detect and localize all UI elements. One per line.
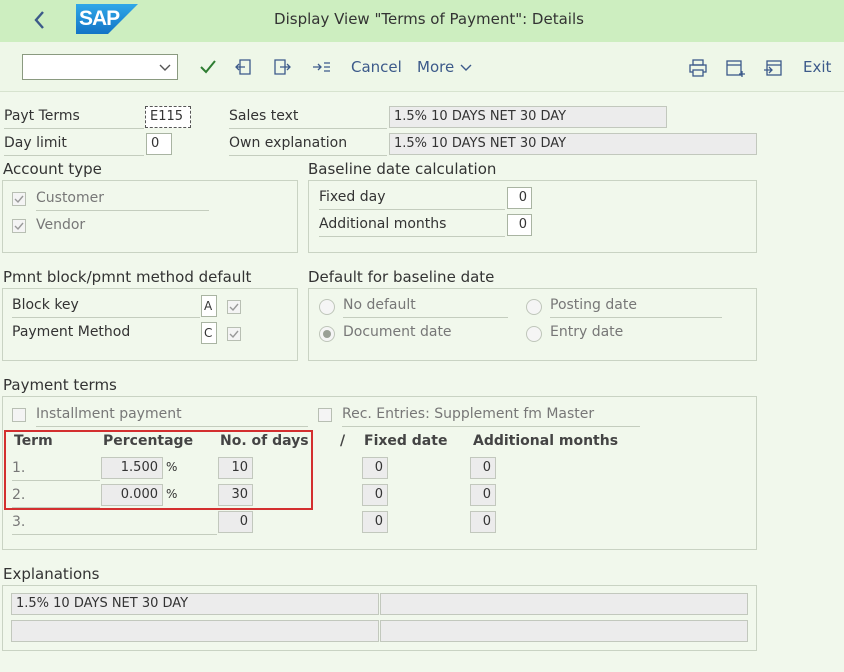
posting-date-radio[interactable] [526, 299, 542, 315]
block-key-field[interactable]: A [201, 295, 217, 317]
payment-method-checkbox[interactable] [227, 327, 241, 341]
baseline-calc-title: Baseline date calculation [308, 160, 497, 178]
print-icon[interactable] [686, 56, 710, 80]
vendor-label: Vendor [36, 217, 86, 233]
entry-date-radio[interactable] [526, 326, 542, 342]
explanation-line-1-right[interactable] [380, 593, 748, 615]
term-row-3-fixed-date[interactable]: 0 [362, 511, 388, 533]
page-title: Display View "Terms of Payment": Details [274, 10, 584, 28]
vendor-checkbox[interactable] [12, 219, 26, 233]
chevron-down-icon[interactable] [156, 57, 174, 77]
term-row-3-additional-months[interactable]: 0 [470, 511, 496, 533]
own-explanation-field[interactable]: 1.5% 10 DAYS NET 30 DAY [389, 133, 757, 155]
no-default-radio[interactable] [319, 299, 335, 315]
default-baseline-title: Default for baseline date [308, 268, 495, 286]
account-type-title: Account type [3, 160, 102, 178]
more-menu-button[interactable]: More [417, 58, 473, 76]
rec-entries-checkbox[interactable] [318, 408, 332, 422]
block-key-label: Block key [12, 297, 200, 318]
term-row-1-fixed-date[interactable]: 0 [362, 457, 388, 479]
check-icon[interactable] [196, 55, 220, 79]
payment-terms-title: Payment terms [3, 376, 117, 394]
additional-months-label: Additional months [319, 216, 505, 237]
payt-terms-label: Payt Terms [4, 108, 144, 129]
customer-label: Customer [36, 190, 209, 211]
block-key-checkbox[interactable] [227, 300, 241, 314]
col-header-slash: / [340, 433, 346, 449]
term-row-3-days[interactable]: 0 [218, 511, 253, 533]
sales-text-field[interactable]: 1.5% 10 DAYS NET 30 DAY [389, 106, 667, 128]
checkmark-icon [229, 330, 239, 339]
command-field[interactable] [22, 54, 178, 80]
posting-date-label: Posting date [550, 297, 722, 318]
no-default-label: No default [343, 297, 508, 318]
payment-method-label: Payment Method [12, 324, 131, 340]
explanations-title: Explanations [3, 565, 100, 583]
col-header-fixed-date: Fixed date [364, 433, 448, 449]
exit-button[interactable]: Exit [803, 58, 831, 76]
payt-terms-field[interactable]: E115 [145, 106, 191, 128]
checkmark-icon [229, 303, 239, 312]
col-header-additional-months: Additional months [473, 433, 619, 449]
indent-icon[interactable] [309, 55, 333, 79]
term-row-1-additional-months[interactable]: 0 [470, 457, 496, 479]
explanation-line-1-left[interactable]: 1.5% 10 DAYS NET 30 DAY [11, 593, 379, 615]
explanation-line-2-left[interactable] [11, 620, 379, 642]
new-session-icon[interactable] [723, 56, 747, 80]
day-limit-field[interactable]: 0 [146, 133, 172, 155]
chevron-down-icon [460, 64, 472, 71]
document-date-label: Document date [343, 324, 452, 340]
sales-text-label: Sales text [229, 108, 387, 129]
installment-label: Installment payment [36, 406, 308, 427]
explanation-line-2-right[interactable] [380, 620, 748, 642]
term-row-2-fixed-date[interactable]: 0 [362, 484, 388, 506]
checkmark-icon [14, 195, 24, 204]
previous-screen-icon[interactable] [233, 55, 257, 79]
payment-method-field[interactable]: C [201, 322, 217, 344]
installment-checkbox[interactable] [12, 408, 26, 422]
day-limit-label: Day limit [4, 135, 144, 156]
term-row-3-label: 3. [12, 514, 217, 535]
additional-months-field[interactable]: 0 [507, 214, 532, 236]
fixed-day-label: Fixed day [319, 189, 505, 210]
entry-date-label: Entry date [550, 324, 624, 340]
cancel-button[interactable]: Cancel [351, 58, 402, 76]
highlight-box [4, 430, 313, 510]
shortcut-icon[interactable] [761, 56, 785, 80]
rec-entries-label: Rec. Entries: Supplement fm Master [342, 406, 640, 427]
checkmark-icon [14, 222, 24, 231]
customer-checkbox[interactable] [12, 192, 26, 206]
pmnt-block-title: Pmnt block/pmnt method default [3, 268, 252, 286]
term-row-2-additional-months[interactable]: 0 [470, 484, 496, 506]
next-screen-icon[interactable] [270, 55, 294, 79]
fixed-day-field[interactable]: 0 [507, 187, 532, 209]
more-label: More [417, 58, 455, 76]
document-date-radio[interactable] [319, 326, 335, 342]
own-explanation-label: Own explanation [229, 135, 387, 156]
